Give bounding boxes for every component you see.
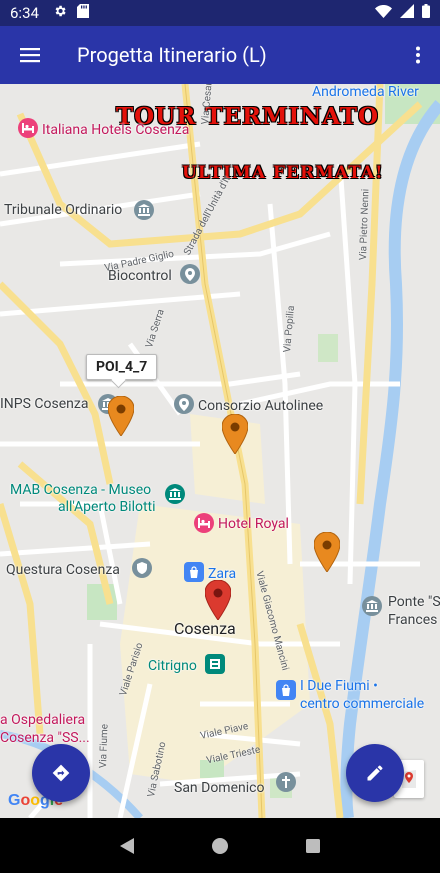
more-vert-icon (416, 46, 420, 64)
police-icon[interactable] (132, 558, 152, 578)
map-label-cosenza[interactable]: Cosenza (174, 619, 236, 638)
map-label-ponte-line2[interactable]: Frances (388, 612, 437, 628)
marker-info-window[interactable]: POI_4_7 (86, 354, 158, 380)
recents-square-icon (306, 838, 321, 853)
edit-fab[interactable] (346, 744, 404, 802)
status-bar: 6:34 (0, 0, 440, 26)
landmark-icon[interactable] (362, 596, 382, 616)
battery-icon (422, 4, 430, 22)
map-label-consorzio[interactable]: Consorzio Autolinee (198, 398, 323, 414)
overflow-menu-button[interactable] (396, 26, 440, 84)
last-stop-overlay: ULTIMA FERMATA! (182, 163, 384, 183)
hotel-icon[interactable] (18, 118, 38, 138)
signal-icon (400, 4, 414, 22)
shopping-icon[interactable] (184, 562, 204, 582)
wifi-icon (375, 4, 392, 22)
map-label-tribunale[interactable]: Tribunale Ordinario (4, 202, 122, 218)
orange-marker-icon[interactable] (108, 396, 134, 436)
directions-fab[interactable] (32, 744, 90, 802)
map-label-due-fiumi-line2[interactable]: centro commerciale (300, 696, 424, 712)
back-button[interactable] (107, 826, 147, 866)
map-label-italiana-hotels[interactable]: Italiana Hotels Cosenza (42, 122, 189, 138)
map-label-ospedaliera-line2[interactable]: Cosenza "SS... (0, 730, 90, 746)
map-label-mab-line1[interactable]: MAB Cosenza - Museo (10, 482, 151, 498)
school-icon[interactable] (205, 654, 225, 674)
home-button[interactable] (200, 826, 240, 866)
system-nav-bar (0, 818, 440, 873)
map-label-citrigno[interactable]: Citrigno (148, 658, 197, 674)
home-circle-icon (211, 837, 228, 854)
app-title: Progetta Itinerario (L) (77, 43, 267, 67)
museum-icon[interactable] (165, 484, 185, 504)
map-label-mab-line2[interactable]: all'Aperto Bilotti (58, 499, 156, 515)
map-label-andromeda: Andromeda River (312, 84, 419, 100)
map-label-questura[interactable]: Questura Cosenza (6, 562, 120, 578)
hotel-icon-royal[interactable] (194, 513, 214, 533)
place-pin-icon[interactable] (180, 264, 200, 284)
screen: 6:34 Progetta Itinerario (L) TOUR TERMIN… (0, 0, 440, 873)
map-view[interactable]: TOUR TERMINATO ULTIMA FERMATA! Andromeda… (0, 84, 440, 818)
mall-icon[interactable] (276, 680, 296, 700)
hamburger-icon (20, 48, 40, 63)
back-triangle-icon (119, 837, 134, 854)
government-icon[interactable] (134, 200, 154, 220)
street-fiume: Via Fiume (98, 723, 111, 769)
recents-button[interactable] (293, 826, 333, 866)
map-label-inps[interactable]: INPS Cosenza (0, 396, 88, 412)
map-label-hotel-royal[interactable]: Hotel Royal (218, 516, 289, 532)
status-time: 6:34 (10, 4, 39, 22)
map-label-ponte-line1[interactable]: Ponte "S (388, 594, 440, 610)
map-label-ospedaliera-line1[interactable]: a Ospedaliera (0, 712, 85, 728)
settings-gear-icon (53, 4, 67, 22)
map-label-due-fiumi-line1[interactable]: I Due Fiumi • (300, 678, 378, 694)
map-label-san-domenico[interactable]: San Domenico (174, 780, 264, 796)
hamburger-menu-button[interactable] (0, 26, 60, 84)
directions-icon (52, 764, 70, 782)
red-marker-icon[interactable] (205, 580, 231, 620)
church-icon[interactable] (276, 772, 296, 792)
place-pin-icon-consorzio[interactable] (174, 394, 194, 414)
orange-marker-icon[interactable] (314, 532, 340, 572)
orange-marker-icon[interactable] (222, 414, 248, 454)
sd-card-icon (76, 4, 89, 22)
pencil-icon (367, 765, 383, 781)
app-bar: Progetta Itinerario (L) (0, 26, 440, 84)
